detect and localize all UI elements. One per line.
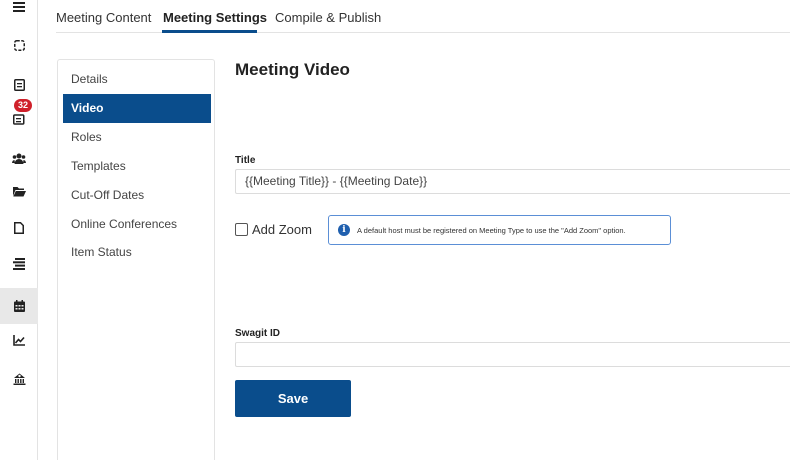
tab-meeting-settings[interactable]: Meeting Settings [163,10,267,25]
settings-subnav: Details Video Roles Templates Cut-Off Da… [57,59,215,460]
icon-rail: 32 [0,0,38,460]
subnav-item-item-status[interactable]: Item Status [63,238,211,267]
add-zoom-label[interactable]: Add Zoom [252,222,312,237]
agenda-icon[interactable] [0,70,38,100]
building-icon[interactable] [0,364,38,394]
title-field-label: Title [235,155,256,166]
list-icon[interactable] [0,249,38,279]
subnav-item-details[interactable]: Details [63,65,211,94]
chart-icon[interactable] [0,325,38,355]
subnav-item-online-conferences[interactable]: Online Conferences [63,210,211,239]
notification-badge: 32 [14,99,32,112]
subnav-item-templates[interactable]: Templates [63,152,211,181]
subnav-item-roles[interactable]: Roles [63,123,211,152]
calendar-icon[interactable] [0,288,38,324]
active-tab-indicator [162,30,257,33]
document-icon[interactable] [0,213,38,243]
inbox-icon[interactable]: 32 [0,99,38,134]
swagit-id-input[interactable] [235,342,790,367]
menu-icon[interactable] [0,0,38,22]
subnav-item-cut-off-dates[interactable]: Cut-Off Dates [63,181,211,210]
page-title: Meeting Video [235,60,350,79]
subnav-item-video[interactable]: Video [63,94,211,123]
add-zoom-checkbox[interactable] [235,223,248,236]
save-button[interactable]: Save [235,380,351,417]
users-icon[interactable] [0,143,38,173]
title-input[interactable]: {{Meeting Title}} - {{Meeting Date}} [235,169,790,194]
dashboard-icon[interactable] [0,30,38,60]
tab-meeting-content[interactable]: Meeting Content [56,10,151,25]
tab-compile-publish[interactable]: Compile & Publish [275,10,381,25]
info-text: A default host must be registered on Mee… [357,225,626,235]
top-tabs: Meeting Content Meeting Settings Compile… [56,0,790,33]
zoom-info-message: i A default host must be registered on M… [328,215,671,245]
info-icon: i [338,224,350,236]
swagit-id-label: Swagit ID [235,328,281,339]
folder-icon[interactable] [0,176,38,206]
